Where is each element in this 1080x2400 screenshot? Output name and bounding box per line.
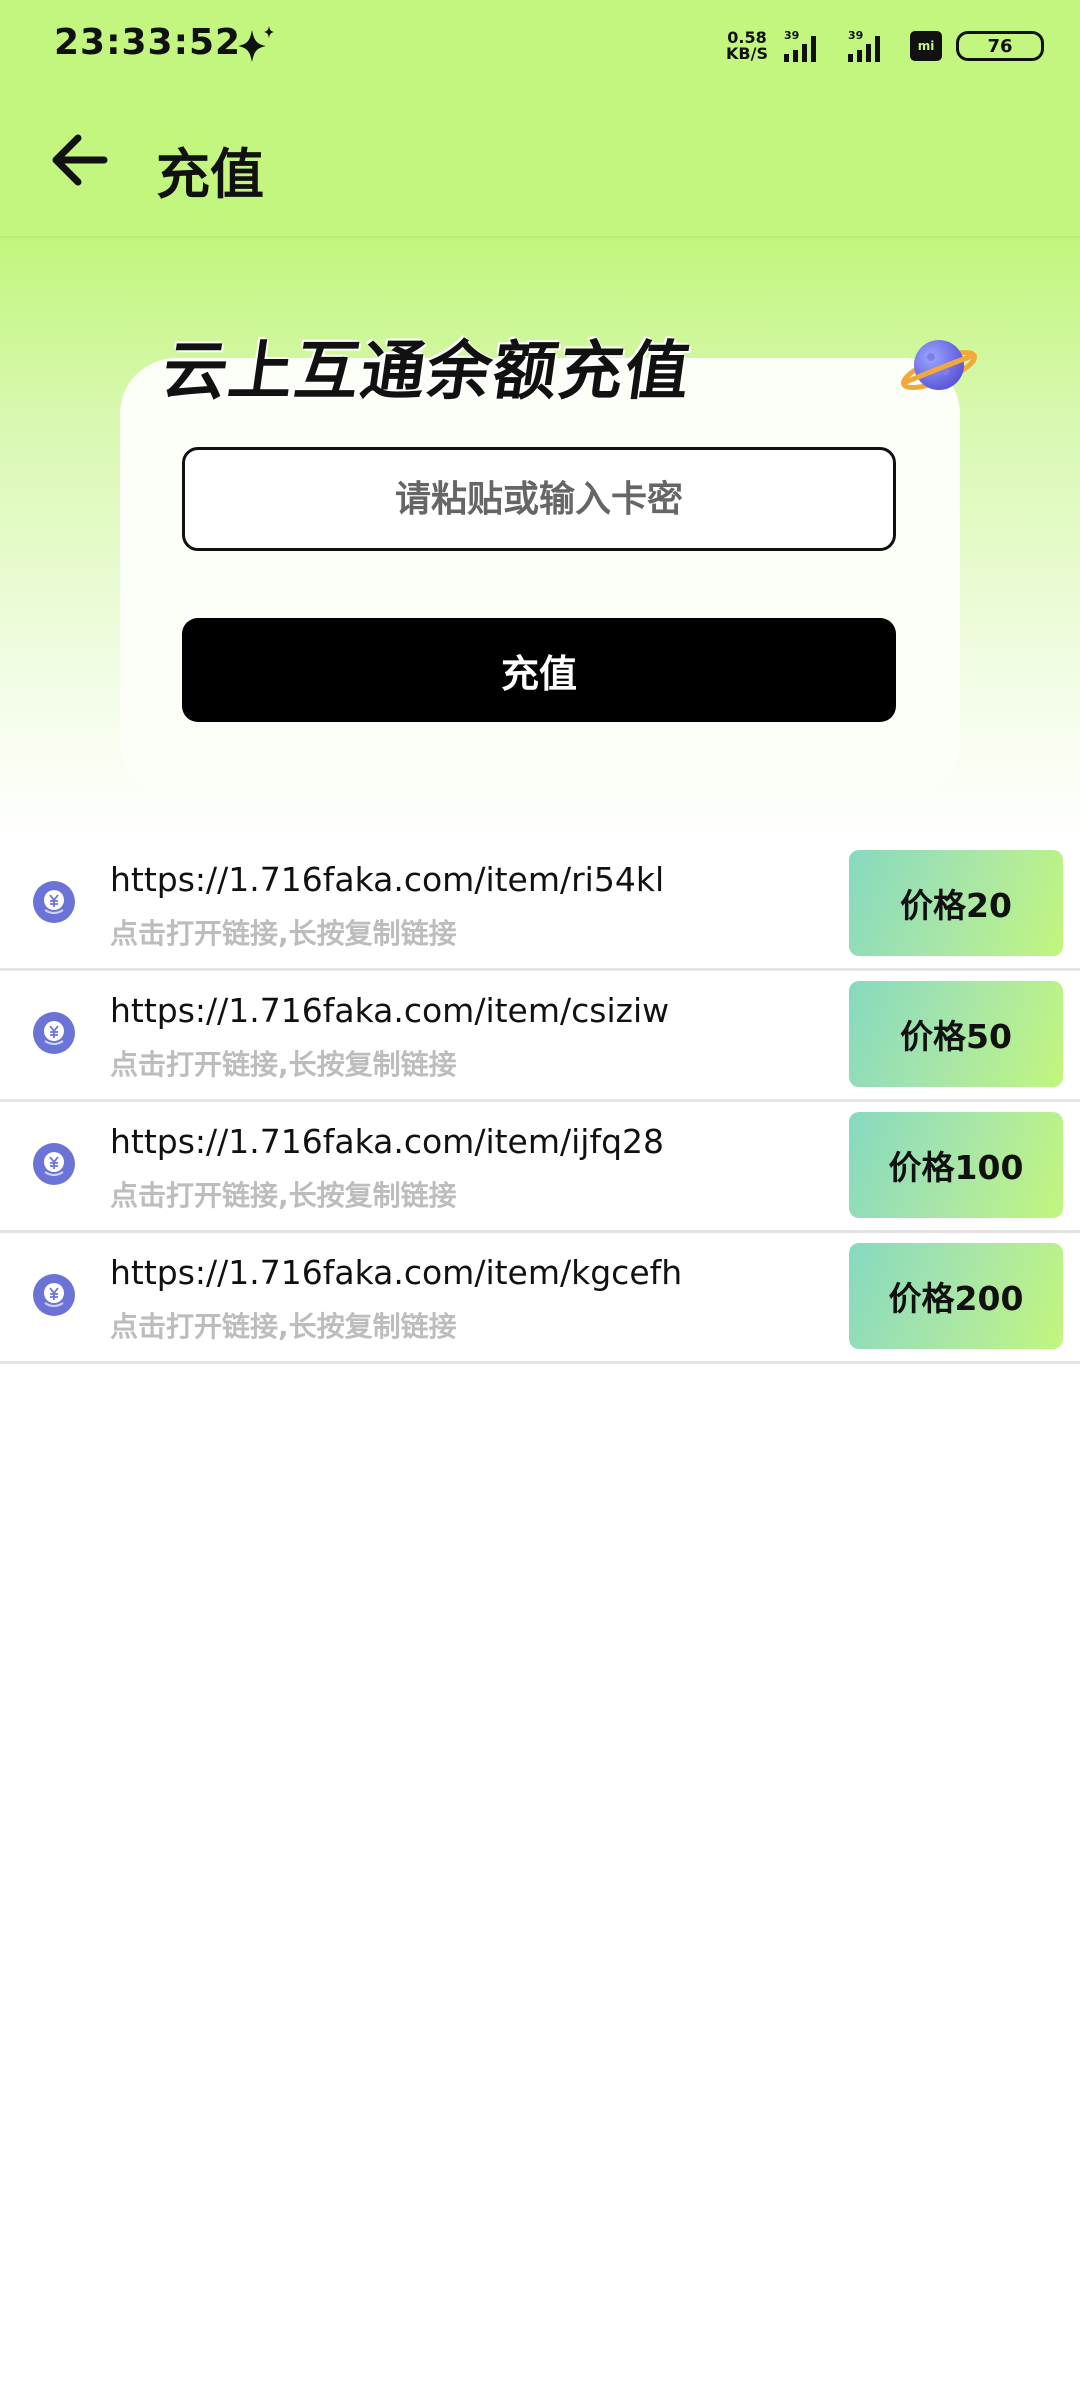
card-code-input[interactable]	[182, 447, 896, 551]
recharge-button[interactable]: 充值	[182, 618, 896, 722]
recharge-card	[120, 358, 960, 798]
item-url[interactable]: https://1.716faka.com/item/ri54kl	[110, 860, 664, 899]
list-item[interactable]: https://1.716faka.com/item/ri54kl 点击打开链接…	[0, 840, 1080, 971]
price-button[interactable]: 价格200	[849, 1243, 1063, 1349]
yuan-coin-icon	[33, 1012, 75, 1054]
battery-indicator: 76	[956, 31, 1044, 61]
item-url[interactable]: https://1.716faka.com/item/csiziw	[110, 991, 669, 1030]
item-hint: 点击打开链接,长按复制链接	[110, 1179, 457, 1212]
signal-icon-2: 39	[848, 29, 880, 62]
svg-text:39: 39	[848, 29, 863, 42]
network-speed: 0.58 KB/S	[726, 28, 768, 63]
price-link-list: https://1.716faka.com/item/ri54kl 点击打开链接…	[0, 840, 1080, 1364]
yuan-coin-icon	[33, 1274, 75, 1316]
app-bar: 充值	[0, 100, 1080, 236]
list-item[interactable]: https://1.716faka.com/item/csiziw 点击打开链接…	[0, 971, 1080, 1102]
price-button[interactable]: 价格50	[849, 981, 1063, 1087]
list-item[interactable]: https://1.716faka.com/item/ijfq28 点击打开链接…	[0, 1102, 1080, 1233]
app-bar-divider	[0, 236, 1080, 240]
mi-icon: mi	[910, 31, 942, 61]
signal-icon: 39	[784, 29, 816, 62]
price-button[interactable]: 价格20	[849, 850, 1063, 956]
item-url[interactable]: https://1.716faka.com/item/kgcefh	[110, 1253, 682, 1292]
item-url[interactable]: https://1.716faka.com/item/ijfq28	[110, 1122, 664, 1161]
arrow-left-icon[interactable]	[44, 128, 112, 192]
item-hint: 点击打开链接,长按复制链接	[110, 1310, 457, 1343]
status-icons: 0.58 KB/S 39 39 mi 76	[726, 24, 1044, 68]
yuan-coin-icon	[33, 1143, 75, 1185]
item-hint: 点击打开链接,长按复制链接	[110, 1048, 457, 1081]
price-button[interactable]: 价格100	[849, 1112, 1063, 1218]
page-title: 充值	[156, 143, 264, 206]
sparkle-icon	[238, 26, 274, 62]
svg-text:39: 39	[784, 29, 799, 42]
status-time: 23:33:52	[54, 22, 242, 63]
list-item[interactable]: https://1.716faka.com/item/kgcefh 点击打开链接…	[0, 1233, 1080, 1364]
planet-icon	[901, 340, 977, 391]
status-bar: 23:33:52 0.58 KB/S 39 39 mi 76	[0, 0, 1080, 90]
yuan-coin-icon	[33, 881, 75, 923]
card-heading: 云上互通余额充值	[157, 335, 697, 409]
item-hint: 点击打开链接,长按复制链接	[110, 917, 457, 950]
